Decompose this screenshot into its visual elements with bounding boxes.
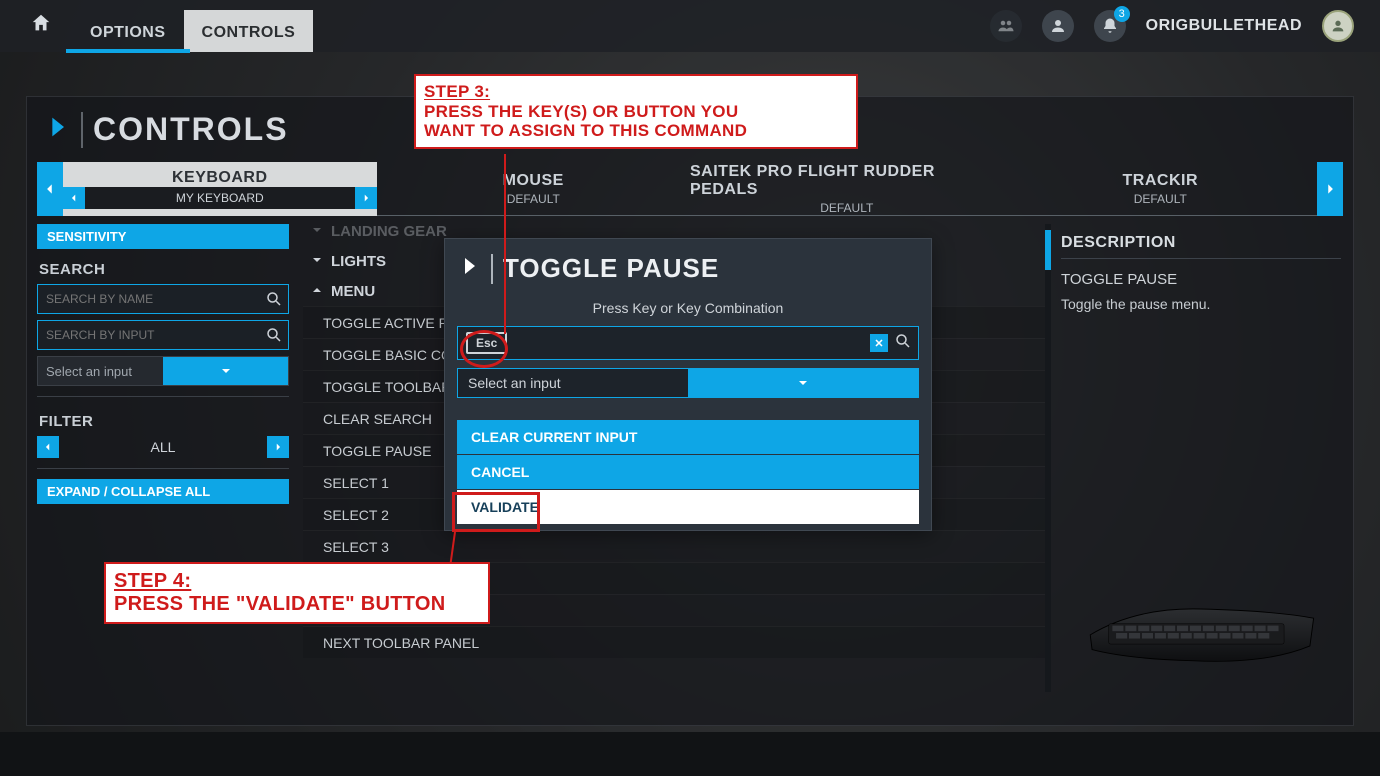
profile-next-button[interactable] [355,187,377,209]
page-title: CONTROLS [93,111,289,148]
filter-next-button[interactable] [267,436,289,458]
annotation-step3: STEP 3: PRESS THE KEY(S) OR BUTTON YOU W… [414,74,858,149]
expand-collapse-button[interactable]: EXPAND / COLLAPSE ALL [37,479,289,504]
scrollbar-track [1045,224,1051,692]
chevron-icon [457,254,481,283]
search-icon[interactable] [260,290,288,308]
filter-header: FILTER [37,407,289,430]
device-tab-keyboard[interactable]: KEYBOARD MY KEYBOARD [63,162,377,216]
category-label: LIGHTS [331,253,386,270]
device-prev-button[interactable] [37,162,63,216]
filter-value: ALL [65,439,261,455]
profile-prev-button[interactable] [63,187,85,209]
clear-current-input-button[interactable]: CLEAR CURRENT INPUT [457,420,919,454]
search-by-name[interactable] [37,284,289,314]
annotation-leader [504,154,506,334]
chevron-down-icon [311,253,323,270]
nav-controls[interactable]: CONTROLS [184,10,314,52]
select-input-dropdown[interactable]: Select an input [37,356,289,386]
annotation-validate-box [452,492,540,532]
device-profile: DEFAULT [1134,192,1187,206]
chevron-up-icon [311,283,323,300]
modal-title: TOGGLE PAUSE [503,253,719,284]
binding-modal: TOGGLE PAUSE Press Key or Key Combinatio… [444,238,932,531]
clear-key-button[interactable]: ✕ [870,334,888,352]
friends-icon[interactable] [990,10,1022,42]
category-label: LANDING GEAR [331,224,447,240]
filter-prev-button[interactable] [37,436,59,458]
avatar[interactable] [1322,10,1354,42]
home-icon[interactable] [30,12,58,40]
key-input-field[interactable]: Esc ✕ [457,326,919,360]
device-tabs: KEYBOARDMY KEYBOARDMOUSEDEFAULTSAITEK PR… [37,162,1343,216]
chevron-down-icon [311,224,323,240]
device-profile: MY KEYBOARD [85,191,355,205]
divider [81,112,83,148]
device-tab-trackir[interactable]: TRACKIR DEFAULT [1004,162,1318,216]
scrollbar-thumb[interactable] [1045,230,1051,270]
cancel-button[interactable]: CANCEL [457,455,919,489]
search-icon[interactable] [892,332,914,355]
chevron-icon [43,113,71,146]
description-panel: DESCRIPTION TOGGLE PAUSE Toggle the paus… [1059,224,1343,692]
chevron-down-icon [163,357,288,385]
device-next-button[interactable] [1317,162,1343,216]
command-row[interactable]: SELECT 3 [303,530,1045,562]
device-profile: DEFAULT [820,201,873,215]
search-header: SEARCH [37,255,289,278]
device-name: SAITEK PRO FLIGHT RUDDER PEDALS [690,163,1004,199]
profile-icon[interactable] [1042,10,1074,42]
description-text: Toggle the pause menu. [1061,296,1341,312]
modal-select-input[interactable]: Select an input [457,368,919,398]
annotation-circle [460,330,508,368]
annotation-step4: STEP 4: PRESS THE "VALIDATE" BUTTON [104,562,490,624]
device-name: TRACKIR [1123,172,1199,190]
topbar: OPTIONS CONTROLS 3 ORIGBULLETHEAD [0,0,1380,52]
keyboard-image [1061,554,1341,688]
nav-options[interactable]: OPTIONS [72,10,184,52]
username-label: ORIGBULLETHEAD [1146,17,1302,35]
device-tab-saitek-pro-flight-rudder-pedals[interactable]: SAITEK PRO FLIGHT RUDDER PEDALS DEFAULT [690,162,1004,216]
description-cmd: TOGGLE PAUSE [1061,271,1341,288]
command-row[interactable]: NEXT TOOLBAR PANEL [303,626,1045,658]
search-icon[interactable] [260,326,288,344]
modal-prompt: Press Key or Key Combination [445,298,931,326]
sensitivity-button[interactable]: SENSITIVITY [37,224,289,249]
search-by-input[interactable] [37,320,289,350]
device-tab-mouse[interactable]: MOUSE DEFAULT [377,162,691,216]
modal-select-label: Select an input [458,375,688,391]
search-input-input[interactable] [38,328,260,342]
description-title: DESCRIPTION [1061,228,1341,259]
device-profile: DEFAULT [507,192,560,206]
notifications-icon[interactable]: 3 [1094,10,1126,42]
device-name: MOUSE [503,172,564,190]
select-input-label: Select an input [38,364,163,379]
chevron-down-icon [688,369,918,397]
search-name-input[interactable] [38,292,260,306]
device-name: KEYBOARD [172,169,268,187]
category-label: MENU [331,283,375,300]
notifications-badge: 3 [1114,6,1130,22]
